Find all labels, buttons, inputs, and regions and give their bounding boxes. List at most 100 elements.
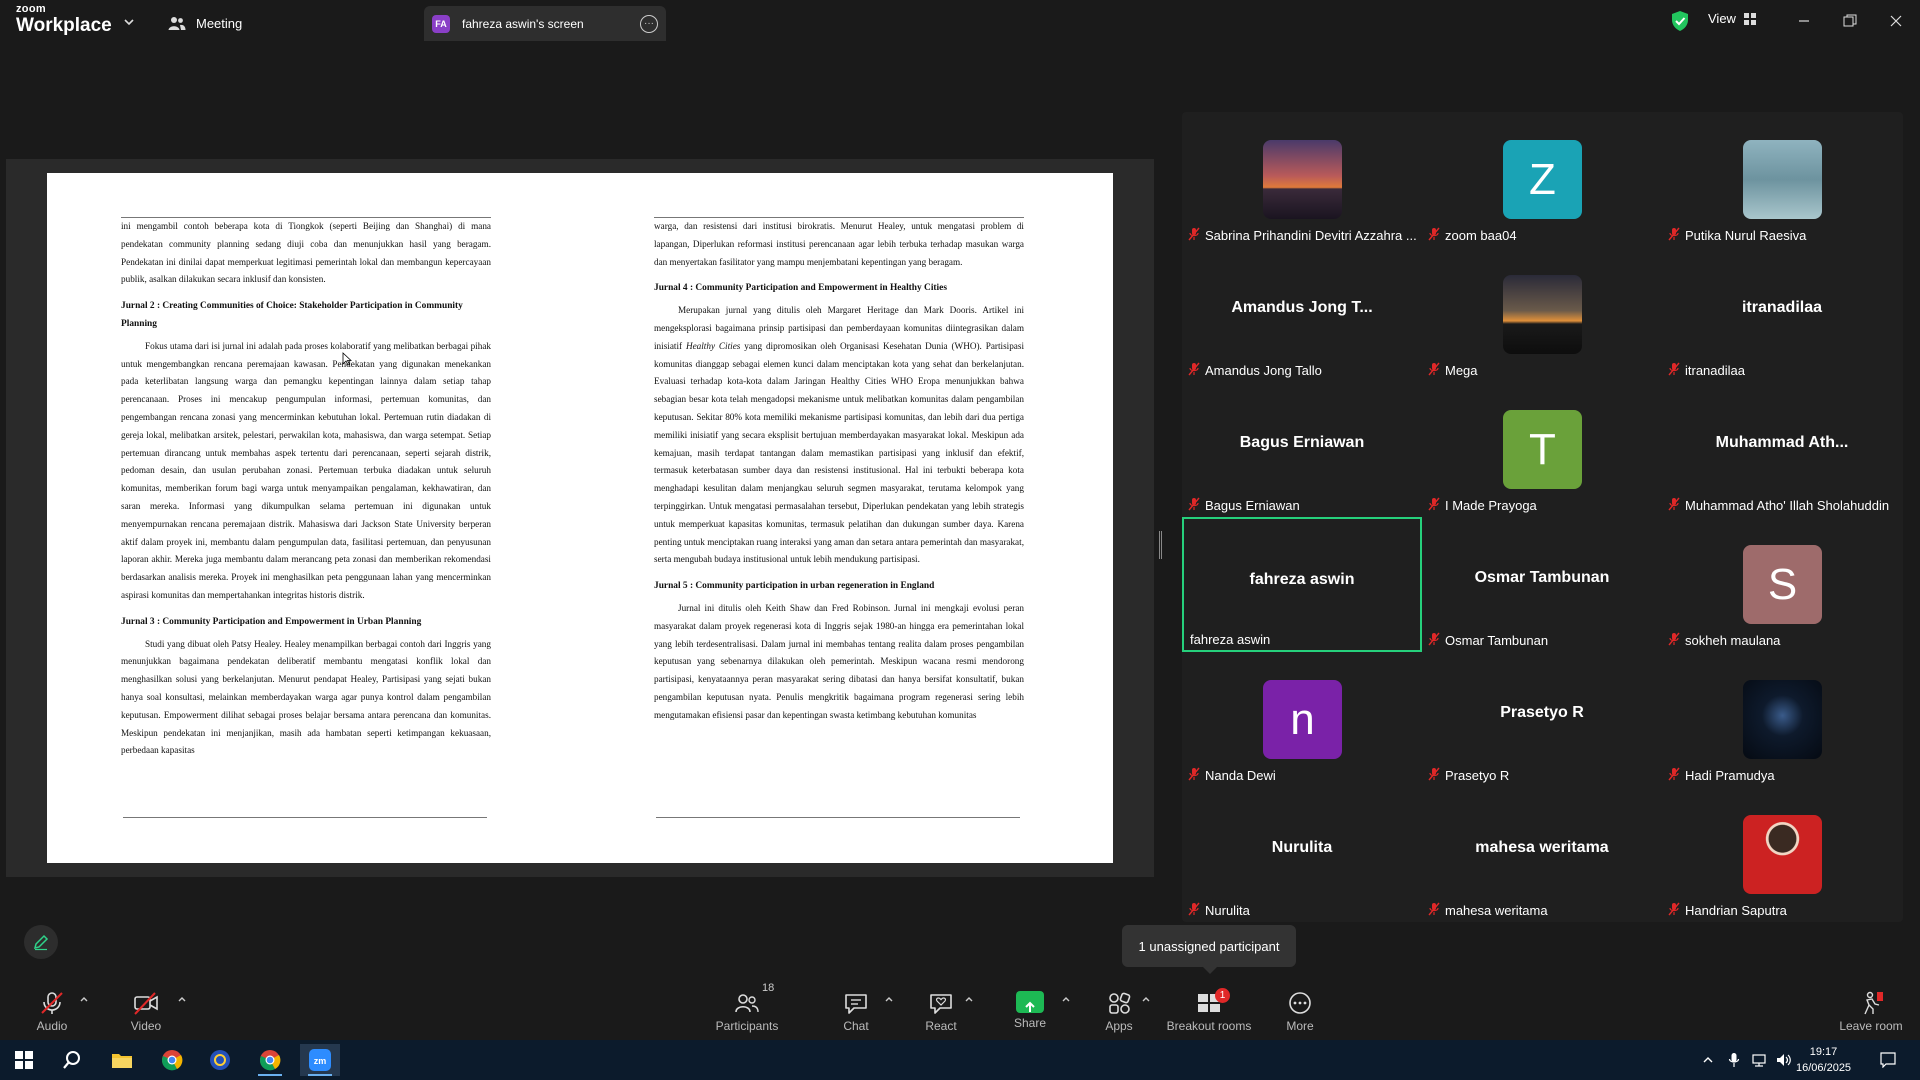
chat-button[interactable]: Chat <box>836 980 876 1040</box>
participant-tile[interactable]: Amandus Jong T... Amandus Jong Tallo <box>1182 247 1422 382</box>
minimize-button[interactable] <box>1790 8 1818 34</box>
participant-tile[interactable]: Putika Nurul Raesiva <box>1662 112 1902 247</box>
mic-muted-icon <box>1188 767 1200 784</box>
chevron-up-icon <box>1703 1057 1713 1063</box>
chevron-up-icon[interactable] <box>964 994 974 1004</box>
apps-button[interactable]: Apps <box>1098 980 1140 1040</box>
notification-center-button[interactable] <box>1868 1044 1908 1076</box>
participant-name: Bagus Erniawan <box>1205 498 1300 513</box>
taskbar-app-blue[interactable] <box>200 1044 240 1076</box>
more-label: More <box>1286 1019 1314 1033</box>
participant-display-name: Nurulita <box>1271 839 1333 856</box>
chevron-down-icon[interactable] <box>121 14 137 30</box>
more-options-icon[interactable]: ··· <box>640 15 658 33</box>
participant-tile[interactable]: Hadi Pramudya <box>1662 652 1902 787</box>
participant-tile[interactable]: Muhammad Ath... Muhammad Atho' Illah Shol… <box>1662 382 1902 517</box>
show-hidden-icons-button[interactable] <box>1696 1044 1720 1076</box>
taskbar-zoom[interactable]: zm <box>300 1044 340 1076</box>
chevron-up-icon[interactable] <box>1141 994 1151 1004</box>
clock-time: 19:17 <box>1809 1046 1838 1058</box>
participant-name: Prasetyo R <box>1445 768 1510 783</box>
resize-handle[interactable] <box>1159 531 1162 559</box>
heading-jurnal-3: Jurnal 3 : Community Participation and E… <box>121 616 422 627</box>
more-button[interactable]: More <box>1279 980 1321 1040</box>
zoom-workplace-logo[interactable]: zoom Workplace <box>16 4 112 36</box>
paragraph-jurnal-2: Fokus utama dari isi jurnal ini adalah p… <box>121 340 491 600</box>
share-tab-label: fahreza aswin's screen <box>462 16 584 31</box>
video-off-icon <box>134 992 158 1015</box>
search-icon <box>63 1051 80 1069</box>
participant-display-name: itranadilaa <box>1741 299 1823 316</box>
participant-tile[interactable]: mahesa weritama mahesa weritama <box>1422 787 1662 922</box>
participant-tile[interactable]: n Nanda Dewi <box>1182 652 1422 787</box>
system-clock[interactable]: 19:17 16/06/2025 <box>1796 1044 1851 1076</box>
leave-room-button[interactable]: Leave room <box>1836 980 1906 1040</box>
participant-tile[interactable]: Zzoom baa04 <box>1422 112 1662 247</box>
participant-name: fahreza aswin <box>1190 632 1271 647</box>
participant-name: Hadi Pramudya <box>1685 768 1775 783</box>
view-button[interactable]: View <box>1708 11 1756 26</box>
participant-tile[interactable]: Handrian Saputra <box>1662 787 1902 922</box>
title-bar: zoom Workplace Meeting FA fahreza aswin'… <box>0 0 1920 44</box>
video-button[interactable]: Video <box>128 980 164 1040</box>
participant-name-label: Muhammad Atho' Illah Sholahuddin <box>1668 497 1889 514</box>
participant-tile[interactable]: Sabrina Prihandini Devitri Azzahra ... <box>1182 112 1422 247</box>
mic-muted-icon <box>1188 362 1200 379</box>
participant-name-label: zoom baa04 <box>1428 227 1517 244</box>
participant-name-label: Putika Nurul Raesiva <box>1668 227 1806 244</box>
chevron-up-icon[interactable] <box>1061 994 1071 1004</box>
participant-name-label: Nanda Dewi <box>1188 767 1276 784</box>
participant-tile[interactable]: fahreza aswin fahreza aswin <box>1182 517 1422 652</box>
audio-button[interactable]: Audio <box>34 980 70 1040</box>
mic-muted-icon <box>1188 227 1200 244</box>
participant-tile[interactable]: Nurulita Nurulita <box>1182 787 1422 922</box>
participant-tile[interactable]: Ssokheh maulana <box>1662 517 1902 652</box>
participant-tile[interactable]: Prasetyo R Prasetyo R <box>1422 652 1662 787</box>
avatar-photo <box>1263 140 1342 219</box>
tray-network[interactable] <box>1748 1044 1772 1076</box>
apps-icon <box>1109 992 1131 1014</box>
close-icon <box>1890 15 1902 27</box>
folder-icon <box>112 1054 132 1068</box>
audio-label: Audio <box>36 1019 68 1033</box>
chevron-up-icon[interactable] <box>177 994 187 1004</box>
security-shield-icon[interactable] <box>1670 10 1690 32</box>
participant-tile[interactable]: Mega <box>1422 247 1662 382</box>
tray-volume[interactable] <box>1772 1044 1796 1076</box>
participant-name-label: mahesa weritama <box>1428 902 1548 919</box>
mic-muted-icon <box>1668 497 1680 514</box>
react-button[interactable]: React <box>920 980 962 1040</box>
participant-tile[interactable]: itranadilaa itranadilaa <box>1662 247 1902 382</box>
breakout-rooms-button[interactable]: Breakout rooms <box>1164 980 1254 1040</box>
mic-muted-icon <box>1428 767 1440 784</box>
share-screen-icon <box>1016 991 1044 1013</box>
chevron-up-icon[interactable] <box>79 994 89 1004</box>
breakout-rooms-label: Breakout rooms <box>1166 1019 1252 1033</box>
participant-tile[interactable]: Osmar Tambunan Osmar Tambunan <box>1422 517 1662 652</box>
restore-button[interactable] <box>1836 8 1864 34</box>
react-label: React <box>925 1019 957 1033</box>
participant-name: Handrian Saputra <box>1685 903 1787 918</box>
participant-name-label: fahreza aswin <box>1190 632 1270 647</box>
meeting-tab[interactable]: Meeting <box>168 10 242 36</box>
mic-muted-icon <box>1428 362 1440 379</box>
participant-tile[interactable]: Bagus Erniawan Bagus Erniawan <box>1182 382 1422 517</box>
share-screen-tab[interactable]: FA fahreza aswin's screen ··· <box>424 6 666 41</box>
para4-text-b: yang dipromosikan oleh Organisasi Keseha… <box>654 340 1025 565</box>
taskbar-search-button[interactable] <box>52 1044 92 1076</box>
chevron-up-icon[interactable] <box>884 994 894 1004</box>
annotate-button[interactable] <box>24 925 58 959</box>
microphone-icon <box>1728 1053 1740 1067</box>
tray-mic[interactable] <box>1722 1044 1746 1076</box>
participant-tile[interactable]: T I Made Prayoga <box>1422 382 1662 517</box>
participant-name: Mega <box>1445 363 1478 378</box>
taskbar-chrome[interactable] <box>152 1044 192 1076</box>
participant-name-label: I Made Prayoga <box>1428 497 1537 514</box>
share-button[interactable]: Share <box>1010 980 1050 1040</box>
para4-italic: Healthy Cities <box>685 340 741 351</box>
taskbar-file-explorer[interactable] <box>102 1044 142 1076</box>
taskbar-chrome-profile[interactable] <box>250 1044 290 1076</box>
windows-start-button[interactable] <box>4 1044 44 1076</box>
close-button[interactable] <box>1882 8 1910 34</box>
grid-view-icon <box>1743 12 1756 25</box>
